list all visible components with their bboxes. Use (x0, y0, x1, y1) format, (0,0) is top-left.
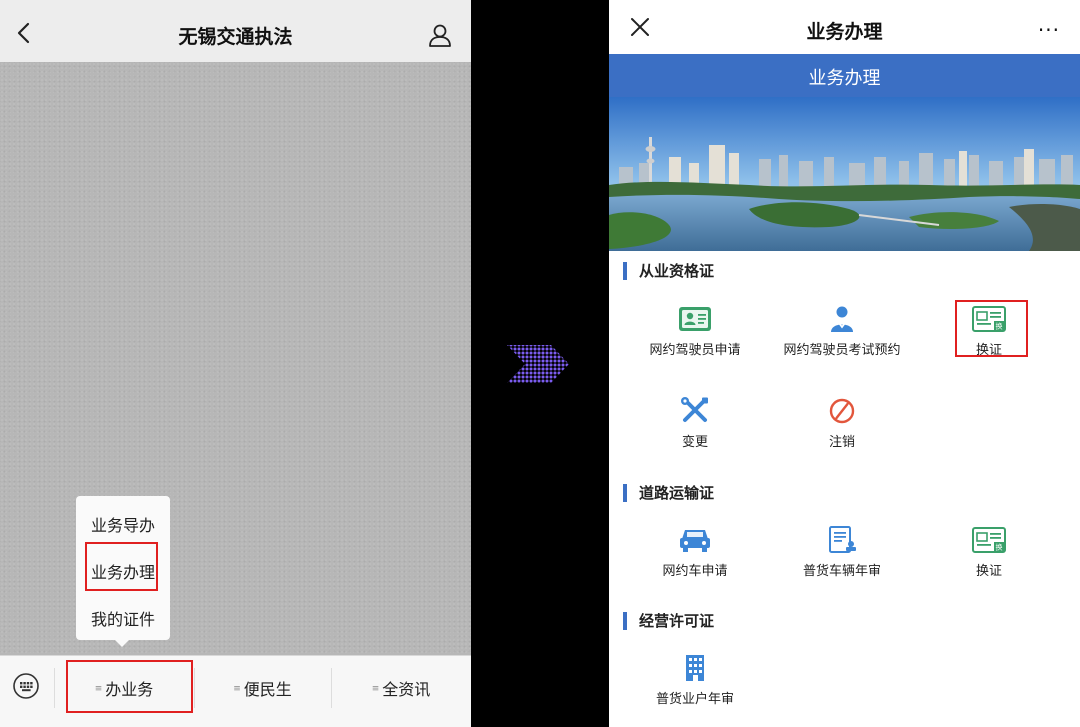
service-cancel[interactable]: 注销 (767, 397, 917, 450)
left-phone-screen: 无锡交通执法 业务导办 业务办理 我的证件 ≡ 办业务 ≡ 便民生 ≡ 全资讯 (0, 0, 471, 727)
service-label: 网约车申请 (662, 564, 728, 579)
account-title: 无锡交通执法 (178, 26, 293, 48)
section-header-qualification: 从业资格证 (623, 260, 714, 281)
service-label: 换证 (975, 564, 1002, 579)
svg-text:换: 换 (996, 543, 1003, 552)
more-options-icon[interactable]: ··· (1038, 18, 1060, 42)
driver-id-card-icon (679, 307, 711, 331)
keyboard-toggle-icon[interactable] (12, 672, 40, 700)
service-label: 注销 (828, 435, 855, 450)
section-title: 从业资格证 (639, 262, 715, 280)
service-change[interactable]: 变更 (620, 397, 770, 450)
user-profile-icon[interactable] (427, 22, 453, 48)
submenu-caret (113, 638, 131, 647)
submenu-item-my-certificates[interactable]: 我的证件 (76, 606, 170, 630)
service-label: 普货车辆年审 (802, 564, 881, 579)
section-bar (623, 483, 627, 502)
menu-lines-icon: ≡ (371, 683, 380, 694)
service-label: 普货业户年审 (655, 692, 734, 707)
tools-icon (681, 397, 708, 422)
service-ride-hailing-exam-booking[interactable]: 网约驾驶员考试预约 (767, 305, 917, 358)
service-label: 变更 (681, 435, 708, 450)
tab-news[interactable]: ≡ 全资讯 (331, 676, 471, 700)
tab-convenience-label: 便民生 (243, 680, 292, 699)
service-label: 网约驾驶员考试预约 (783, 343, 901, 358)
service-label: 网约驾驶员申请 (649, 343, 741, 358)
service-freight-business-inspection[interactable]: 普货业户年审 (620, 654, 770, 707)
right-header: 业务办理 ··· (609, 0, 1080, 54)
page-banner-bar: 业务办理 (609, 54, 1080, 97)
tab-convenience[interactable]: ≡ 便民生 (194, 676, 331, 700)
highlight-box-submenu (85, 542, 158, 591)
section-title: 道路运输证 (639, 484, 715, 502)
prohibited-icon (829, 398, 855, 424)
page-title: 业务办理 (806, 21, 883, 43)
transition-arrow-icon (507, 345, 569, 383)
section-header-business-license: 经营许可证 (623, 610, 714, 631)
service-transport-certificate-renewal[interactable]: 换 换证 (914, 526, 1064, 579)
chat-background (0, 62, 471, 655)
office-building-icon (686, 655, 704, 681)
tab-news-label: 全资讯 (382, 680, 431, 699)
service-freight-vehicle-inspection[interactable]: 普货车辆年审 (767, 526, 917, 579)
submenu-item-guide[interactable]: 业务导办 (76, 512, 170, 536)
highlight-box-tab (66, 660, 193, 713)
car-icon (680, 530, 710, 552)
highlight-box-renewal (955, 300, 1028, 357)
driver-person-icon (831, 306, 853, 332)
city-skyline-image (609, 97, 1080, 251)
service-ride-hailing-driver-apply[interactable]: 网约驾驶员申请 (620, 305, 770, 358)
menu-lines-icon: ≡ (233, 683, 241, 694)
section-header-road-transport: 道路运输证 (623, 482, 714, 503)
certificate-renewal-icon: 换 (972, 527, 1006, 553)
right-phone-screen: 业务办理 ··· 业务办理 从业资格证 网约驾驶员申请 网约驾驶员考试预约 换 … (609, 0, 1080, 727)
section-bar (623, 611, 627, 630)
banner-title: 业务办理 (808, 68, 881, 89)
section-bar (623, 261, 627, 280)
section-title: 经营许可证 (639, 612, 715, 630)
service-ride-hailing-car-apply[interactable]: 网约车申请 (620, 526, 770, 579)
document-stamp-icon (829, 526, 856, 553)
left-header: 无锡交通执法 (0, 0, 471, 62)
